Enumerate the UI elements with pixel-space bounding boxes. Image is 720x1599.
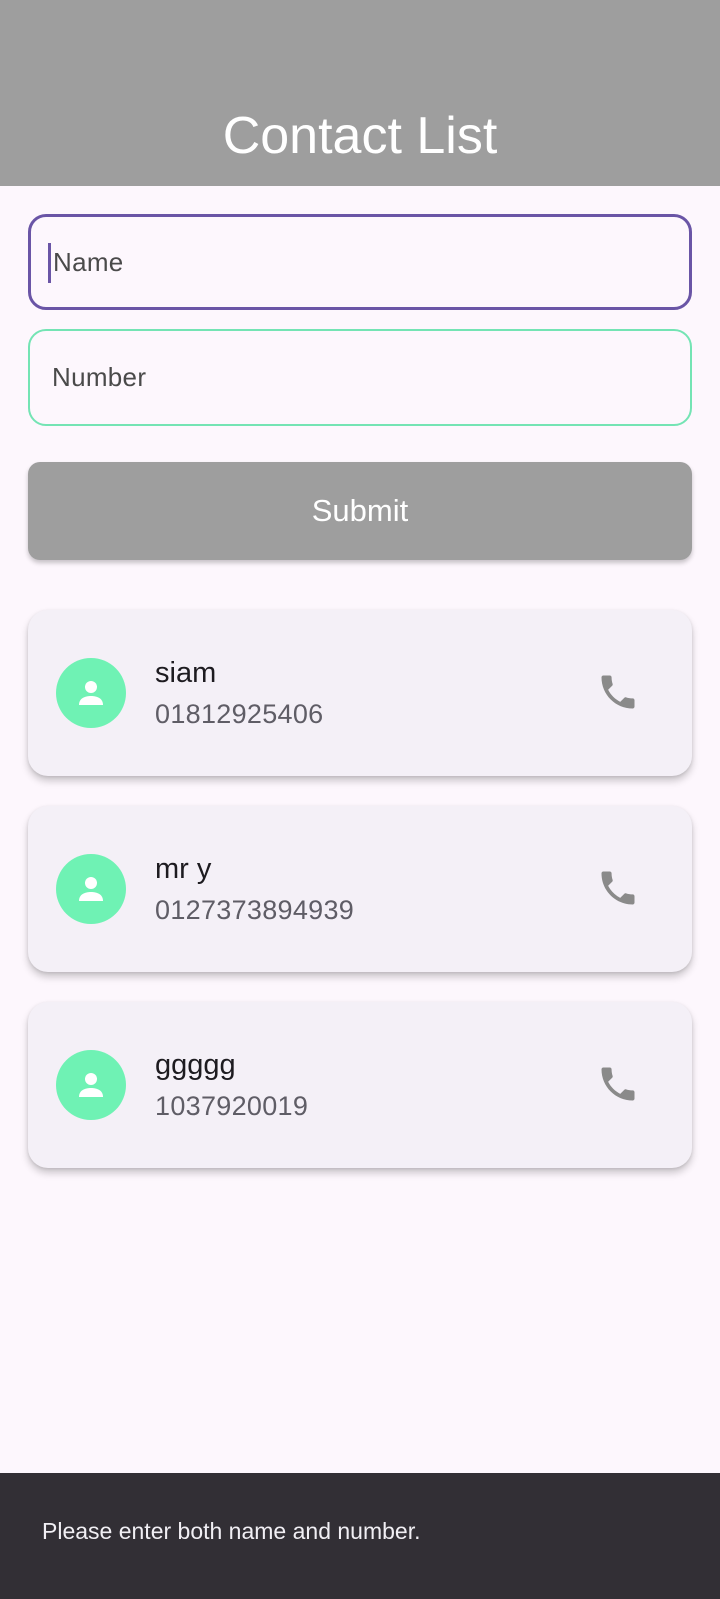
- contact-card: mr y 0127373894939: [28, 806, 692, 972]
- person-icon: [79, 1073, 103, 1097]
- submit-button[interactable]: Submit: [28, 462, 692, 560]
- phone-icon: [601, 675, 635, 709]
- name-input[interactable]: [28, 214, 692, 310]
- contact-name: mr y: [155, 853, 212, 885]
- call-button[interactable]: [596, 866, 640, 910]
- app-bar: Contact List: [0, 0, 720, 186]
- snackbar-message: Please enter both name and number.: [42, 1518, 421, 1544]
- call-button[interactable]: [596, 1062, 640, 1106]
- contact-card: siam 01812925406: [28, 610, 692, 776]
- snackbar: Please enter both name and number.: [0, 1473, 720, 1599]
- contact-number: 0127373894939: [155, 895, 355, 925]
- person-icon: [79, 877, 103, 901]
- contact-name: ggggg: [155, 1049, 236, 1081]
- text-cursor: [48, 243, 51, 283]
- avatar: [56, 1050, 126, 1120]
- phone-icon: [601, 871, 635, 905]
- number-input[interactable]: [28, 329, 692, 426]
- avatar: [56, 854, 126, 924]
- contact-number: 01812925406: [155, 699, 324, 729]
- contact-name: siam: [155, 657, 217, 689]
- phone-icon: [601, 1067, 635, 1101]
- avatar: [56, 658, 126, 728]
- call-button[interactable]: [596, 670, 640, 714]
- person-icon: [79, 681, 103, 705]
- contact-card: ggggg 1037920019: [28, 1002, 692, 1168]
- contact-number: 1037920019: [155, 1091, 309, 1121]
- page-title: Contact List: [222, 107, 498, 165]
